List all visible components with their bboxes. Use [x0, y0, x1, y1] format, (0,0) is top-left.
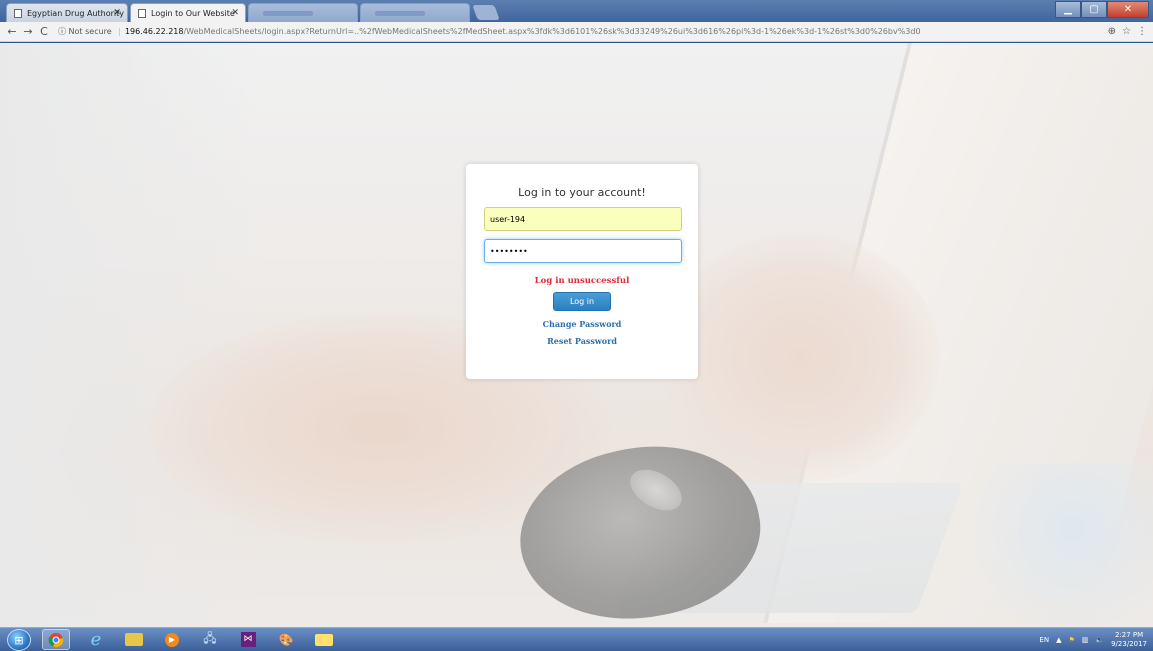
username-input[interactable] [484, 207, 682, 231]
show-hidden-icons-icon[interactable]: ▲ [1056, 636, 1061, 644]
media-player-icon[interactable]: ▶ [158, 629, 186, 650]
flag-icon[interactable]: ⚑ [1068, 636, 1074, 644]
change-password-link[interactable]: Change Password [466, 319, 698, 329]
paint-icon[interactable]: 🎨 [272, 629, 300, 650]
login-error-message: Log in unsuccessful [534, 276, 630, 286]
windows-taskbar: ⊞ e ▶ 🖧 ⋈ 🎨 EN ▲ ⚑ ▥ 🔈 2:27 PM 9/23/2017 [0, 627, 1153, 651]
network-status-icon[interactable]: ▥ [1082, 636, 1089, 644]
clock[interactable]: 2:27 PM 9/23/2017 [1111, 631, 1147, 649]
tab-login[interactable]: Login to Our Website ✕ [130, 3, 246, 22]
bookmark-star-icon[interactable]: ☆ [1122, 24, 1131, 40]
clock-date: 9/23/2017 [1111, 640, 1147, 648]
maximize-button[interactable]: ▢ [1081, 1, 1107, 18]
browser-titlebar: Egyptian Drug Authority ✕ Login to Our W… [0, 0, 1153, 22]
page-icon [14, 9, 22, 18]
close-icon[interactable]: ✕ [231, 4, 239, 22]
close-window-button[interactable]: ✕ [1107, 1, 1149, 18]
reset-password-link[interactable]: Reset Password [466, 336, 698, 346]
volume-icon[interactable]: 🔈 [1095, 636, 1104, 644]
login-title: Log in to your account! [518, 186, 646, 199]
window-controls: ▁ ▢ ✕ [1055, 1, 1149, 18]
reload-icon[interactable]: C [37, 24, 51, 40]
address-bar[interactable]: ⓘ Not secure | 196.46.22.218/WebMedicalSh… [58, 24, 1118, 40]
close-icon[interactable]: ✕ [113, 4, 121, 22]
login-card: Log in to your account! Log in unsuccess… [466, 164, 698, 379]
start-button[interactable]: ⊞ [7, 629, 31, 651]
zoom-icon[interactable]: ⊕ [1108, 24, 1116, 40]
info-icon[interactable]: ⓘ [58, 27, 66, 36]
minimize-button[interactable]: ▁ [1055, 1, 1081, 18]
tab-blurred[interactable] [360, 3, 470, 22]
toolbar-icons: ⊕ ☆ ⋮ [1108, 24, 1147, 40]
system-tray: EN ▲ ⚑ ▥ 🔈 2:27 PM 9/23/2017 [1039, 630, 1147, 650]
menu-icon[interactable]: ⋮ [1137, 24, 1147, 40]
chrome-icon[interactable] [42, 629, 70, 650]
page-content: Log in to your account! Log in unsuccess… [0, 43, 1153, 627]
page-icon [138, 9, 146, 18]
password-input[interactable] [484, 239, 682, 263]
new-tab-button[interactable] [472, 5, 500, 20]
tab-blurred[interactable] [248, 3, 358, 22]
tab-egyptian-drug-authority[interactable]: Egyptian Drug Authority ✕ [6, 3, 128, 22]
url-path: /WebMedicalSheets/login.aspx?ReturnUrl=.… [183, 27, 921, 36]
tab-title: Login to Our Website [151, 9, 235, 18]
file-explorer-icon[interactable] [120, 629, 148, 650]
language-indicator[interactable]: EN [1039, 636, 1049, 644]
forward-arrow-icon[interactable]: → [21, 24, 35, 40]
tab-title: Egyptian Drug Authority [27, 9, 124, 18]
clock-time: 2:27 PM [1114, 631, 1144, 639]
back-arrow-icon[interactable]: ← [5, 24, 19, 40]
url-host: 196.46.22.218 [124, 27, 184, 36]
visual-studio-icon[interactable]: ⋈ [234, 629, 262, 650]
browser-toolbar: ← → C ⓘ Not secure | 196.46.22.218/WebMed… [0, 22, 1153, 42]
network-icon[interactable]: 🖧 [196, 629, 224, 650]
internet-explorer-icon[interactable]: e [82, 629, 110, 650]
security-label: Not secure [68, 27, 112, 36]
login-button[interactable]: Log in [553, 292, 611, 311]
folder-icon[interactable] [310, 629, 338, 650]
